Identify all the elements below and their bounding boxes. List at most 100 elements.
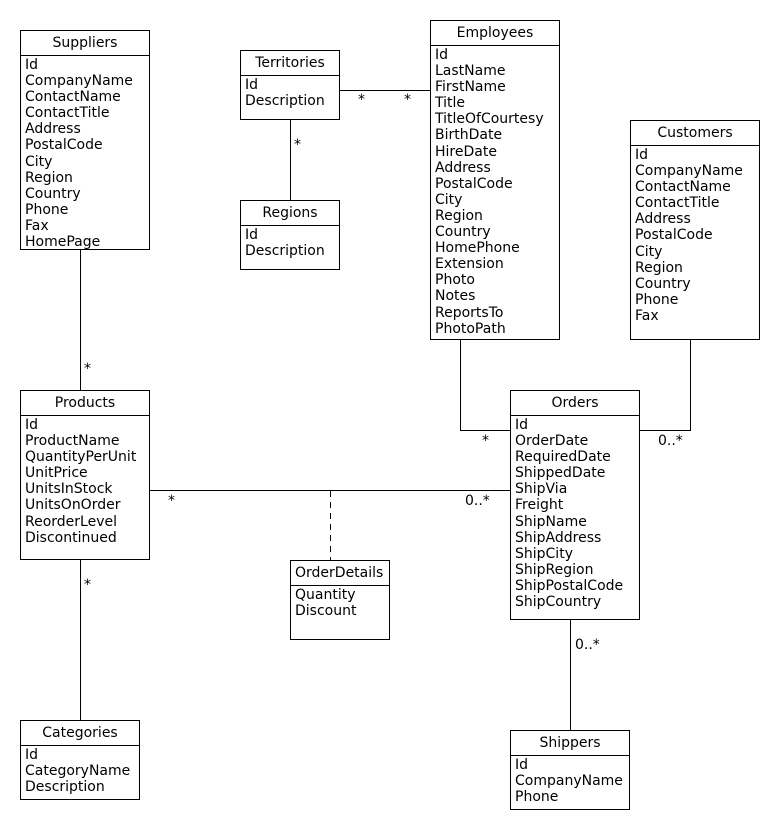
entity-attributes: Id CategoryName Description [21, 746, 139, 795]
attribute: QuantityPerUnit [25, 449, 137, 466]
attribute: UnitPrice [25, 465, 88, 482]
attribute: Description [245, 243, 325, 260]
entity-regions: Regions Id Description [240, 200, 340, 270]
attribute: Id [435, 47, 449, 63]
multiplicity-label: * [294, 137, 301, 153]
entity-attributes: Id ProductName QuantityPerUnit UnitPrice Uni… [21, 416, 149, 546]
multiplicity-label: 0..* [658, 433, 683, 449]
entity-orderdetails: OrderDetails Quantity Discount [290, 560, 390, 640]
attribute: ReportsTo [435, 304, 504, 321]
attribute: Fax [25, 217, 49, 234]
attribute: ShipPostalCode [515, 577, 624, 594]
attribute: UnitsInStock [25, 481, 113, 498]
attribute: CategoryName [25, 763, 131, 780]
attribute: City [25, 153, 53, 170]
attribute: Id [245, 227, 259, 243]
attribute: Quantity [295, 587, 356, 603]
attribute: ContactName [25, 89, 121, 106]
multiplicity-label: 0..* [575, 637, 600, 653]
entity-attributes: Quantity Discount [291, 586, 389, 619]
attribute: Extension [435, 256, 504, 273]
multiplicity-label: * [84, 577, 91, 593]
entity-title: Customers [631, 121, 759, 146]
attribute: Description [245, 93, 325, 110]
entity-title: OrderDetails [291, 561, 389, 586]
attribute: BirthDate [435, 127, 503, 144]
multiplicity-label: * [482, 433, 489, 449]
multiplicity-label: * [84, 361, 91, 377]
entity-attributes: Id OrderDate RequiredDate ShippedDate ShipVi… [511, 416, 639, 610]
attribute: PostalCode [435, 175, 513, 192]
attribute: Region [435, 207, 483, 224]
attribute: CompanyName [635, 163, 743, 180]
attribute: HomePhone [435, 240, 520, 257]
entity-shippers: Shippers Id CompanyName Phone [510, 730, 630, 810]
attribute: City [435, 191, 463, 208]
entity-attributes: Id CompanyName Phone [511, 756, 629, 805]
entity-title: Orders [511, 391, 639, 416]
entity-categories: Categories Id CategoryName Description [20, 720, 140, 800]
multiplicity-label: 0..* [465, 493, 490, 509]
attribute: Title [435, 95, 466, 112]
attribute: LastName [435, 63, 506, 80]
attribute: Region [25, 169, 73, 186]
attribute: UnitsOnOrder [25, 497, 121, 514]
entity-employees: Employees Id LastName FirstName Title TitleOf… [430, 20, 560, 340]
attribute: ShipAddress [515, 529, 602, 546]
entity-title: Categories [21, 721, 139, 746]
entity-attributes: Id Description [241, 76, 339, 109]
attribute: Photo [435, 272, 475, 289]
attribute: Id [635, 147, 649, 163]
attribute: Phone [25, 201, 69, 218]
attribute: Country [635, 275, 691, 292]
attribute: Id [245, 77, 259, 93]
entity-title: Suppliers [21, 31, 149, 56]
entity-title: Territories [241, 51, 339, 76]
attribute: ShippedDate [515, 465, 606, 482]
attribute: Address [25, 121, 81, 138]
attribute: ShipRegion [515, 561, 594, 578]
entity-orders: Orders Id OrderDate RequiredDate ShippedDate… [510, 390, 640, 620]
entity-suppliers: Suppliers Id CompanyName ContactName Contact… [20, 30, 150, 250]
attribute: Discontinued [25, 529, 117, 546]
attribute: HomePage [25, 234, 101, 251]
attribute: Id [25, 417, 39, 433]
multiplicity-label: * [168, 493, 175, 509]
attribute: Fax [635, 307, 659, 324]
line-customers-orders [640, 340, 691, 431]
attribute: ContactTitle [25, 105, 110, 122]
entity-territories: Territories Id Description [240, 50, 340, 120]
attribute: Phone [635, 291, 679, 308]
attribute: Id [25, 57, 39, 73]
entity-title: Regions [241, 201, 339, 226]
attribute: ShipName [515, 513, 587, 530]
multiplicity-label: * [404, 92, 411, 108]
entity-title: Products [21, 391, 149, 416]
attribute: ReorderLevel [25, 513, 117, 530]
multiplicity-label: * [358, 92, 365, 108]
entity-attributes: Id Description [241, 226, 339, 259]
entity-attributes: Id LastName FirstName Title TitleOfCourtesy B… [431, 46, 559, 337]
attribute: ContactName [635, 179, 731, 196]
attribute: CompanyName [25, 73, 133, 90]
line-employees-orders [460, 340, 510, 431]
entity-customers: Customers Id CompanyName ContactName Contact… [630, 120, 760, 340]
attribute: ShipVia [515, 481, 568, 498]
entity-products: Products Id ProductName QuantityPerUnit Unit… [20, 390, 150, 560]
attribute: RequiredDate [515, 449, 611, 466]
attribute: Notes [435, 288, 476, 305]
attribute: Address [435, 159, 491, 176]
entity-attributes: Id CompanyName ContactName ContactTitle Addr… [631, 146, 759, 324]
attribute: Country [435, 224, 491, 241]
attribute: Freight [515, 497, 564, 514]
attribute: ShipCountry [515, 594, 602, 611]
attribute: City [635, 243, 663, 260]
attribute: Address [635, 211, 691, 228]
attribute: OrderDate [515, 433, 589, 450]
attribute: Phone [515, 789, 559, 806]
attribute: PostalCode [25, 137, 103, 154]
attribute: Id [25, 747, 39, 763]
attribute: ShipCity [515, 545, 573, 562]
attribute: ContactTitle [635, 195, 720, 212]
entity-title: Employees [431, 21, 559, 46]
